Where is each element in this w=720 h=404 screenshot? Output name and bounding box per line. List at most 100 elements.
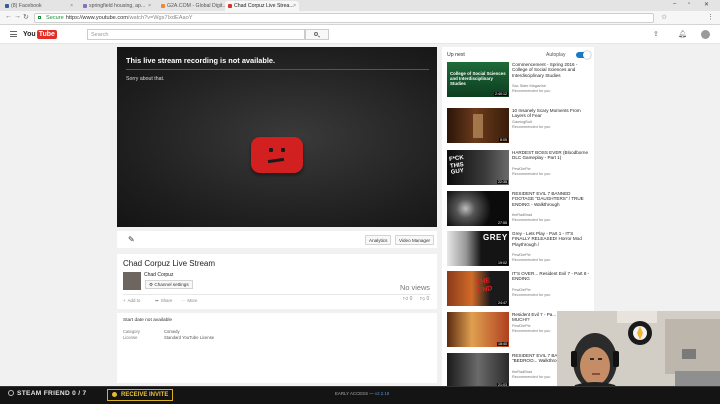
chrome-menu-icon[interactable]: ⋮: [707, 13, 714, 21]
channel-name[interactable]: PewDiePie: [512, 253, 531, 257]
game-overlay-bar: STEAM FRIEND 0 / 7 RECEIVE INVITE EARLY …: [0, 386, 720, 404]
search-button[interactable]: [305, 29, 329, 40]
gear-icon: ⚙: [149, 282, 154, 287]
recommended-video[interactable]: 8:05 10 Insanely Scary Moments From Laye…: [447, 108, 592, 144]
video-title[interactable]: HARDEST BOSS EVER (Bloodborne DLC Gamepl…: [512, 150, 592, 161]
video-thumbnail[interactable]: 18:40: [447, 312, 509, 347]
creator-action-bar: ✎ Analytics Video Manager: [117, 231, 437, 248]
channel-name[interactable]: PewDiePie: [512, 324, 531, 328]
video-thumbnail[interactable]: College of Social Sciences and Interdisc…: [447, 62, 509, 97]
forward-icon[interactable]: →: [14, 13, 21, 20]
receive-invite-button[interactable]: RECEIVE INVITE: [107, 389, 174, 401]
channel-avatar[interactable]: [123, 272, 141, 290]
steam-friend-status[interactable]: STEAM FRIEND 0 / 7: [8, 390, 87, 397]
video-thumbnail[interactable]: 8:05: [447, 108, 509, 143]
tab-label: springfield housing, ap...: [89, 3, 146, 9]
like-count: 0: [409, 296, 413, 302]
video-title[interactable]: Grey - Lets Play - Part 1 - IT'S FINALLY…: [512, 231, 592, 247]
video-title[interactable]: RESIDENT EVIL 7 BANNED FOOTAGE "DAUGHTER…: [512, 191, 592, 207]
duration: 22:35: [497, 180, 508, 184]
close-icon[interactable]: ×: [148, 3, 151, 9]
tab-youtube[interactable]: Chad Corpuz Live Strea... ×: [225, 1, 299, 11]
channel-settings-label: Channel settings: [154, 282, 189, 287]
eye: [281, 148, 285, 152]
logo-you: You: [23, 31, 36, 38]
dislike-button[interactable]: 👎︎ 0: [420, 296, 429, 302]
share-button[interactable]: ➦ Share: [155, 298, 172, 304]
close-window-icon[interactable]: ✕: [704, 1, 709, 8]
search-input[interactable]: Search: [87, 29, 305, 40]
channel-name[interactable]: PewDiePie: [512, 167, 531, 171]
recommended-video[interactable]: F*CK THIS GUY 22:35 HARDEST BOSS EVER (B…: [447, 150, 592, 186]
video-thumbnail[interactable]: THE END 24:47: [447, 271, 509, 306]
video-title[interactable]: 10 Insanely Scary Moments From Layers of…: [512, 108, 592, 119]
secure-label: Secure: [46, 15, 64, 21]
video-title[interactable]: Commencement - Spring 2016 - College of …: [512, 62, 592, 78]
autoplay-toggle[interactable]: [576, 51, 591, 59]
up-next-heading: Up next: [447, 52, 465, 58]
tab-g2a[interactable]: G2A.COM - Global Digit... ×: [158, 1, 232, 11]
upload-icon[interactable]: ⇪: [653, 30, 659, 38]
video-player[interactable]: This live stream recording is not availa…: [117, 47, 437, 227]
logo-tube: Tube: [36, 30, 57, 39]
video-thumbnail[interactable]: F*CK THIS GUY 22:35: [447, 150, 509, 185]
steam-icon: [8, 390, 14, 396]
duration: 2:40:12: [494, 92, 508, 96]
view-count: No views: [400, 283, 430, 292]
channel-settings-button[interactable]: ⚙ Channel settings: [145, 280, 193, 289]
error-title: This live stream recording is not availa…: [126, 56, 276, 65]
back-icon[interactable]: ←: [5, 13, 12, 20]
channel-name[interactable]: Chad Corpuz: [144, 272, 173, 278]
video-title[interactable]: IT'S OVER... Resident Evil 7 - Part 8 - …: [512, 271, 592, 282]
address-bar: ← → ↻ Secure https://www.youtube.com/watc…: [0, 11, 720, 25]
channel-name[interactable]: Sac State Magazine: [512, 84, 546, 88]
account-avatar[interactable]: [701, 30, 710, 39]
tab-facebook[interactable]: (8) Facebook ×: [2, 1, 76, 11]
more-label: More: [187, 298, 198, 303]
recommended-video[interactable]: College of Social Sciences and Interdisc…: [447, 62, 592, 98]
start-date: Start date not available: [123, 318, 173, 323]
video-thumbnail[interactable]: GREY 19:02: [447, 231, 509, 266]
channel-name[interactable]: theRadBrad: [512, 370, 532, 374]
youtube-logo[interactable]: You Tube: [23, 29, 57, 40]
autoplay-label: Autoplay: [546, 52, 566, 58]
recommended-video[interactable]: GREY 19:02 Grey - Lets Play - Part 1 - I…: [447, 231, 592, 267]
youtube-icon: [228, 4, 232, 8]
notifications-icon[interactable]: 🔔︎: [678, 30, 687, 38]
minimize-icon[interactable]: –: [673, 1, 676, 7]
recommended-video[interactable]: 27:55 RESIDENT EVIL 7 BANNED FOOTAGE "DA…: [447, 191, 592, 227]
more-button[interactable]: ··· More: [181, 298, 197, 303]
url-input[interactable]: Secure https://www.youtube.com/watch?v=Wg…: [34, 13, 654, 23]
thumbnail-text: F*CK THIS GUY: [448, 155, 465, 176]
recommended-label: Recommended for you: [512, 89, 551, 93]
recommended-label: Recommended for you: [512, 293, 551, 297]
maximize-icon[interactable]: ▫: [688, 1, 690, 7]
bookmark-star-icon[interactable]: ☆: [661, 13, 667, 21]
channel-name[interactable]: theRadBrad: [512, 213, 532, 217]
recommended-label: Recommended for you: [512, 258, 551, 262]
like-button[interactable]: 👍︎ 0: [403, 296, 412, 302]
menu-icon[interactable]: [10, 31, 17, 37]
tab-label: Chad Corpuz Live Strea...: [234, 3, 294, 9]
tab-springfield-housing[interactable]: springfield housing, ap... ×: [80, 1, 154, 11]
video-manager-button[interactable]: Video Manager: [395, 235, 435, 245]
share-label: Share: [160, 298, 173, 303]
thumbnail-text: College of Social Sciences and Interdisc…: [450, 71, 506, 86]
thumbs-up-icon: 👍︎: [403, 296, 409, 302]
video-thumbnail[interactable]: 21:03: [447, 353, 509, 388]
close-icon[interactable]: ×: [293, 3, 296, 9]
more-icon: ···: [181, 298, 186, 303]
thumbs-down-icon: 👎︎: [420, 296, 426, 302]
early-access-label: EARLY ACCESS — v2.2.18: [335, 391, 390, 396]
analytics-button[interactable]: Analytics: [365, 235, 392, 245]
add-to-button[interactable]: + Add to: [123, 298, 140, 303]
video-thumbnail[interactable]: 27:55: [447, 191, 509, 226]
category-value[interactable]: Comedy: [164, 329, 180, 334]
reload-icon[interactable]: ↻: [23, 13, 29, 21]
edit-icon[interactable]: ✎: [128, 235, 135, 244]
close-icon[interactable]: ×: [70, 3, 73, 9]
channel-name[interactable]: GamingBolt: [512, 120, 532, 124]
eye: [269, 148, 273, 152]
recommended-video[interactable]: THE END 24:47 IT'S OVER... Resident Evil…: [447, 271, 592, 307]
channel-name[interactable]: PewDiePie: [512, 288, 531, 292]
